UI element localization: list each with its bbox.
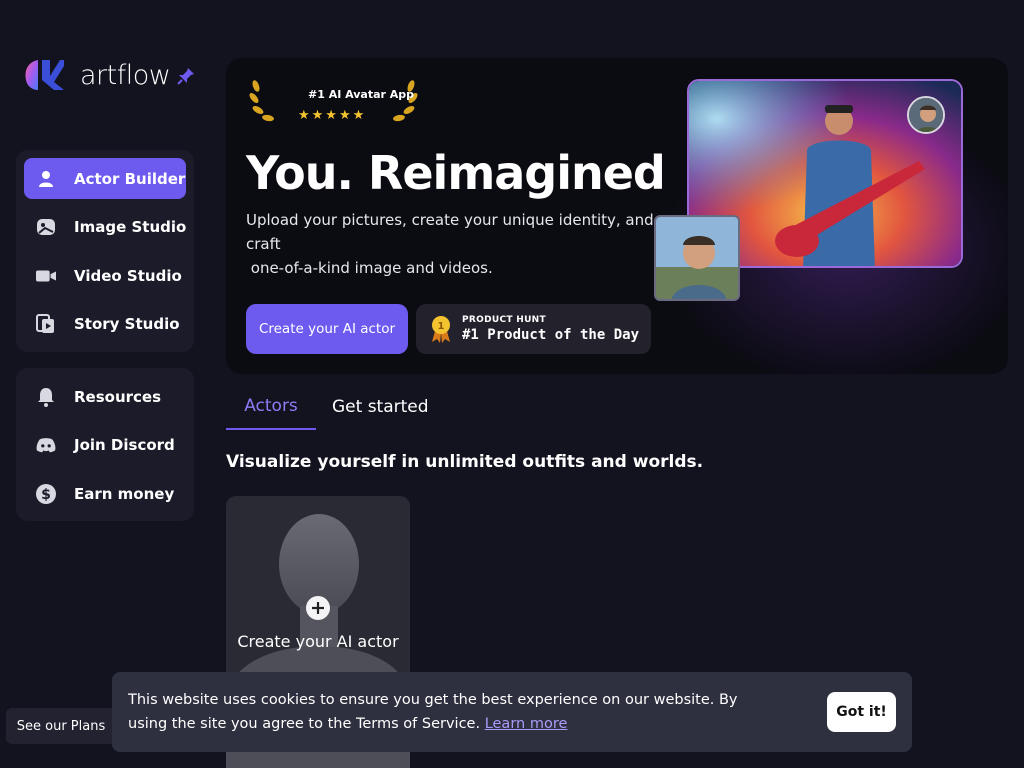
see-plans-button[interactable]: See our Plans	[6, 708, 116, 744]
brand-logo[interactable]: artflow	[24, 58, 171, 92]
sidebar-item-actor-builder[interactable]: Actor Builder	[24, 158, 186, 199]
product-hunt-label: PRODUCT HUNT	[462, 315, 546, 325]
sidebar-secondary-nav: Resources Join Discord $ Earn money	[16, 368, 194, 521]
video-camera-icon	[36, 266, 56, 286]
user-icon	[36, 169, 56, 189]
hero-title: You. Reimagined	[246, 146, 666, 200]
content-tabs: Actors Get started	[226, 384, 429, 430]
award-title: #1 AI Avatar App	[308, 88, 415, 101]
sidebar-item-story-studio[interactable]: Story Studio	[24, 304, 186, 345]
image-icon	[36, 217, 56, 237]
brand-name: artflow	[80, 59, 171, 91]
sidebar-item-label: Story Studio	[74, 315, 180, 333]
cookie-banner: This website uses cookies to ensure you …	[112, 672, 912, 752]
product-hunt-badge[interactable]: 1 PRODUCT HUNT #1 Product of the Day	[416, 304, 651, 354]
learn-more-link[interactable]: Learn more	[485, 716, 568, 732]
bell-icon	[36, 387, 56, 407]
product-hunt-title: #1 Product of the Day	[462, 327, 640, 343]
tab-get-started[interactable]: Get started	[332, 384, 429, 430]
hero-banner: #1 AI Avatar App ★★★★★ You. Reimagined U…	[226, 58, 1008, 374]
sidebar-item-label: Earn money	[74, 484, 175, 503]
sidebar-main-nav: Actor Builder Image Studio Video Studio …	[16, 150, 194, 352]
hero-description-line: Upload your pictures, create your unique…	[246, 211, 654, 229]
sidebar-item-image-studio[interactable]: Image Studio	[24, 207, 186, 248]
tab-actors[interactable]: Actors	[226, 384, 316, 430]
medal-rank: 1	[438, 321, 445, 332]
cookie-message: This website uses cookies to ensure you …	[128, 688, 768, 736]
sidebar-item-label: Resources	[74, 387, 162, 406]
hero-description: Upload your pictures, create your unique…	[246, 208, 654, 280]
avatar	[907, 96, 945, 134]
star-rating: ★★★★★	[298, 108, 367, 123]
create-actor-label: Create your AI actor	[237, 632, 399, 651]
dollar-icon: $	[36, 483, 56, 504]
sidebar-item-join-discord[interactable]: Join Discord	[24, 425, 186, 466]
sidebar-item-label: Video Studio	[74, 266, 182, 285]
story-icon	[36, 314, 56, 334]
sidebar-item-label: Join Discord	[74, 436, 175, 454]
create-ai-actor-button[interactable]: Create your AI actor	[246, 304, 408, 354]
sidebar-item-label: Actor Builder	[74, 169, 186, 188]
sidebar-item-label: Image Studio	[74, 218, 187, 236]
sidebar-item-video-studio[interactable]: Video Studio	[24, 255, 186, 296]
hero-description-line: craft	[246, 235, 281, 253]
section-title: Visualize yourself in unlimited outfits …	[226, 452, 704, 472]
cookie-text: This website uses cookies to ensure you …	[128, 692, 738, 732]
discord-icon	[36, 435, 56, 455]
accept-cookies-button[interactable]: Got it!	[827, 692, 896, 732]
artflow-logo-icon	[24, 58, 64, 92]
sidebar-item-resources[interactable]: Resources	[24, 376, 186, 417]
user-photo-thumbnail	[654, 215, 740, 301]
svg-text:$: $	[41, 487, 51, 503]
plus-icon	[306, 596, 330, 620]
hero-description-line: one-of-a-kind image and videos.	[246, 259, 493, 277]
pin-icon[interactable]	[176, 66, 196, 86]
sidebar-item-earn-money[interactable]: $ Earn money	[24, 473, 186, 514]
medal-icon: 1	[432, 316, 450, 343]
award-badge: #1 AI Avatar App ★★★★★	[246, 76, 421, 130]
